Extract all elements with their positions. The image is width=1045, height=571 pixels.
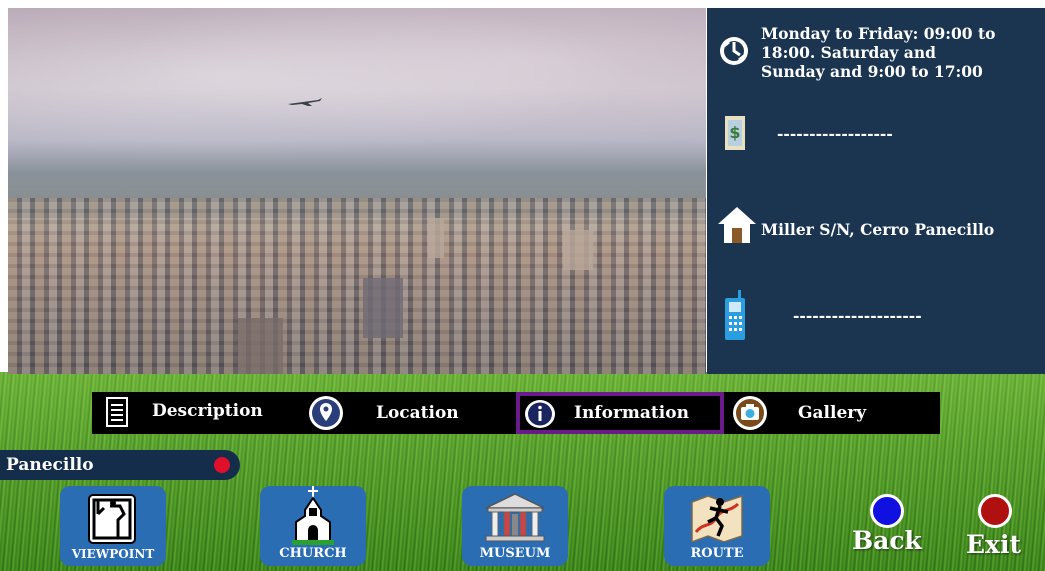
viewpoint-button[interactable]: VIEWPOINT xyxy=(60,486,166,566)
museum-label: MUSEUM xyxy=(479,546,551,561)
information-panel: Monday to Friday: 09:00 to 18:00. Saturd… xyxy=(707,8,1045,374)
route-button[interactable]: ROUTE xyxy=(664,486,770,566)
church-icon xyxy=(292,486,334,545)
viewpoint-icon xyxy=(88,494,136,544)
viewpoint-label: VIEWPOINT xyxy=(71,547,155,561)
tab-location[interactable]: Location xyxy=(302,392,512,434)
tab-information-label: Information xyxy=(574,403,689,423)
place-status-dot xyxy=(214,457,230,473)
tab-information[interactable]: Information xyxy=(516,392,724,434)
church-button[interactable]: CHURCH xyxy=(260,486,366,566)
museum-button[interactable]: MUSEUM xyxy=(462,486,568,566)
money-icon: $ xyxy=(725,116,745,150)
tab-location-label: Location xyxy=(376,403,459,423)
hours-line-1: Monday to Friday: 09:00 to xyxy=(761,24,996,43)
svg-text:$: $ xyxy=(729,123,740,142)
route-label: ROUTE xyxy=(690,546,744,561)
tab-bar: Description Location Information Gallery xyxy=(92,392,940,434)
hours-line-2: 18:00. Saturday and xyxy=(761,43,936,62)
info-icon xyxy=(525,400,555,428)
price-text: ------------------ xyxy=(777,124,893,143)
place-label: Panecillo xyxy=(6,455,94,475)
hours-line-3: Sunday and 9:00 to 17:00 xyxy=(761,62,983,81)
app-window: Monday to Friday: 09:00 to 18:00. Saturd… xyxy=(0,0,1045,571)
camera-icon xyxy=(733,396,767,430)
clock-icon xyxy=(720,37,748,65)
back-label: Back xyxy=(852,526,922,555)
back-dot-icon xyxy=(870,494,904,528)
house-icon xyxy=(718,207,756,243)
back-button[interactable]: Back xyxy=(848,494,928,564)
place-indicator: Panecillo xyxy=(0,450,240,480)
tab-gallery[interactable]: Gallery xyxy=(732,392,940,434)
church-label: CHURCH xyxy=(279,546,347,561)
tab-description-label: Description xyxy=(152,401,263,421)
place-photo xyxy=(8,8,706,374)
address-text: Miller S/N, Cerro Panecillo xyxy=(761,220,995,239)
exit-dot-icon xyxy=(978,494,1012,528)
document-icon xyxy=(106,397,128,427)
airplane xyxy=(288,98,322,106)
exit-label: Exit xyxy=(966,530,1022,559)
museum-icon xyxy=(485,493,545,542)
phone-icon xyxy=(725,290,745,340)
hours-text: Monday to Friday: 09:00 to 18:00. Saturd… xyxy=(761,24,1045,81)
location-pin-icon xyxy=(309,396,343,430)
tab-description[interactable]: Description xyxy=(92,392,288,434)
phone-text: -------------------- xyxy=(793,306,922,325)
tab-gallery-label: Gallery xyxy=(798,403,867,423)
exit-button[interactable]: Exit xyxy=(960,494,1040,564)
route-icon xyxy=(691,494,743,542)
